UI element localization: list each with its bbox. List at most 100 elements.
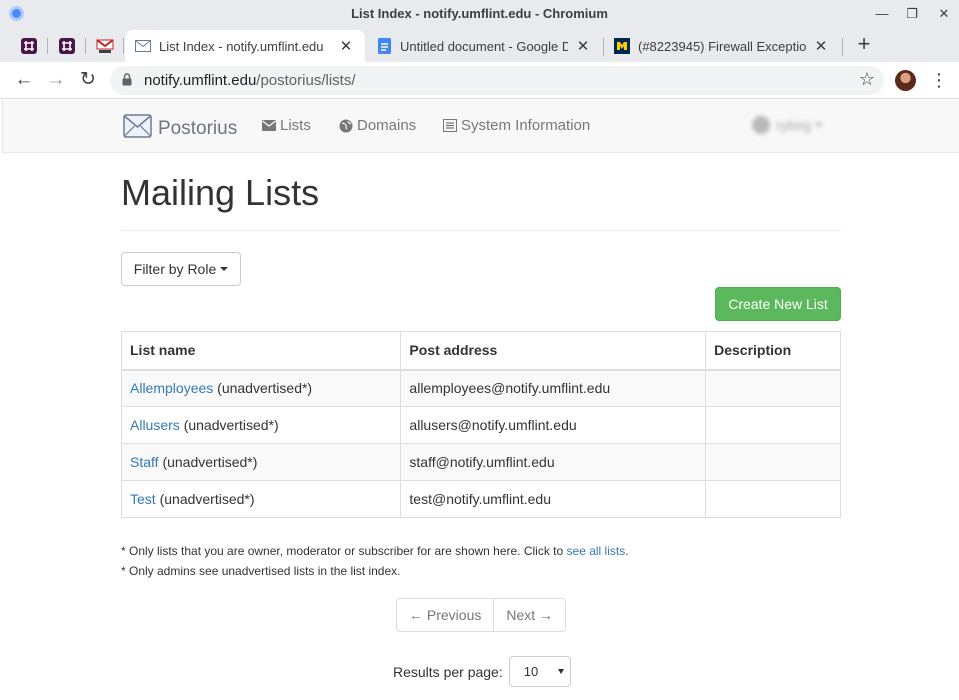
google-docs-icon — [376, 38, 392, 54]
pinned-tab-gmail[interactable] — [86, 34, 124, 58]
footnote-owner: * Only lists that you are owner, moderat… — [121, 541, 629, 561]
header-post-address: Post address — [400, 331, 707, 371]
filter-by-role-label: Filter by Role — [133, 261, 217, 277]
nav-domains-label: Domains — [357, 117, 417, 134]
nav-system-information[interactable]: System Information — [443, 117, 590, 134]
slack-icon — [21, 38, 37, 54]
page-title: Mailing Lists — [121, 172, 320, 213]
nav-lists-label: Lists — [280, 117, 311, 134]
see-all-lists-link[interactable]: see all lists — [567, 544, 626, 558]
url-path: /postorius/lists/ — [256, 72, 356, 89]
user-icon — [752, 116, 770, 134]
restore-icon[interactable]: ❐ — [902, 4, 922, 24]
reload-icon[interactable]: ↻ — [76, 69, 100, 91]
unadvertised-tag: (unadvertised*) — [183, 417, 279, 433]
list-name-cell: Staff (unadvertised*) — [120, 443, 402, 481]
results-per-page-label: Results per page: — [393, 663, 503, 680]
window-title: List Index - notify.umflint.edu - Chromi… — [351, 6, 608, 21]
list-alt-icon — [443, 119, 457, 132]
user-name: rybeg — [776, 117, 812, 133]
envelope-icon — [135, 38, 151, 54]
divider — [121, 230, 841, 231]
filter-by-role-button[interactable]: Filter by Role — [121, 252, 241, 286]
url-host: notify.umflint.edu — [144, 72, 257, 89]
create-new-list-button[interactable]: Create New List — [715, 287, 841, 321]
table-header-row: List name Post address Description — [120, 331, 841, 371]
address-bar[interactable]: notify.umflint.edu/postorius/lists/ ☆ — [110, 66, 884, 95]
pinned-tab-slack[interactable] — [10, 34, 48, 58]
tab-close-icon[interactable]: ✕ — [574, 37, 592, 55]
footnote-admins: * Only admins see unadvertised lists in … — [121, 564, 401, 578]
description-cell — [705, 369, 841, 407]
description-cell — [705, 406, 841, 444]
tab-strip: List Index - notify.umflint.edu ✕ Untitl… — [0, 28, 959, 62]
unadvertised-tag: (unadvertised*) — [162, 454, 258, 470]
table-row: Staff (unadvertised*) staff@notify.umfli… — [120, 443, 841, 481]
header-description: Description — [705, 331, 841, 371]
lock-icon — [122, 73, 132, 91]
close-window-icon[interactable]: ✕ — [934, 4, 954, 24]
mailing-lists-table: List name Post address Description Allem… — [120, 331, 841, 518]
bookmark-star-icon[interactable]: ☆ — [859, 69, 875, 90]
previous-page-button[interactable]: ← Previous — [397, 599, 493, 631]
post-address-cell: staff@notify.umflint.edu — [400, 443, 707, 481]
description-cell — [705, 480, 841, 518]
footnote-owner-end: . — [625, 544, 629, 558]
create-new-list-label: Create New List — [728, 296, 828, 312]
list-name-cell: Allusers (unadvertised*) — [120, 406, 402, 444]
main-container: Mailing Lists Filter by Role Create New … — [120, 153, 841, 687]
list-link[interactable]: Staff — [130, 454, 159, 470]
gmail-icon — [96, 39, 114, 53]
brand-link[interactable]: Postorius — [123, 114, 237, 144]
tab-close-icon[interactable]: ✕ — [812, 37, 830, 55]
brand-name: Postorius — [158, 118, 238, 139]
back-icon[interactable]: ← — [12, 69, 36, 91]
table-row: Allemployees (unadvertised*) allemployee… — [120, 369, 841, 407]
next-page-button[interactable]: Next → — [493, 599, 565, 631]
results-per-page-value: 10 — [523, 664, 539, 679]
envelope-icon — [262, 120, 276, 131]
list-link[interactable]: Test — [130, 491, 156, 507]
tab-close-icon[interactable]: ✕ — [337, 37, 355, 55]
results-per-page-select[interactable]: 10 — [508, 656, 571, 687]
new-tab-icon[interactable]: + — [853, 33, 875, 56]
nav-system-information-label: System Information — [461, 117, 591, 134]
umich-logo-icon — [614, 38, 630, 54]
header-list-name: List name — [120, 331, 402, 371]
envelope-logo-icon — [123, 114, 152, 144]
globe-icon — [339, 119, 353, 133]
tab-label: List Index - notify.umflint.edu — [159, 38, 324, 54]
unadvertised-tag: (unadvertised*) — [159, 491, 255, 507]
list-name-cell: Allemployees (unadvertised*) — [120, 369, 402, 407]
tab-firewall-request[interactable]: (#8223945) Firewall Exception Request ✕ — [604, 30, 840, 62]
tab-separator — [123, 38, 124, 54]
nav-lists[interactable]: Lists — [262, 117, 311, 134]
description-cell — [705, 443, 841, 481]
list-name-cell: Test (unadvertised*) — [120, 480, 402, 518]
tab-label: (#8223945) Firewall Exception Request — [638, 38, 806, 54]
post-address-cell: test@notify.umflint.edu — [400, 480, 707, 518]
url-text: notify.umflint.edu/postorius/lists/ — [144, 72, 355, 89]
tab-google-docs[interactable]: Untitled document - Google Docs ✕ — [366, 30, 602, 62]
unadvertised-tag: (unadvertised*) — [217, 380, 313, 397]
list-link[interactable]: Allemployees — [130, 380, 213, 396]
post-address-cell: allusers@notify.umflint.edu — [400, 406, 707, 444]
footnote-owner-text: * Only lists that you are owner, moderat… — [121, 544, 567, 558]
user-menu[interactable]: rybeg — [752, 116, 824, 134]
page-content: Postorius Lists Domains System Informati… — [0, 100, 959, 700]
slack-icon — [59, 38, 75, 54]
footnotes: * Only lists that you are owner, moderat… — [121, 541, 629, 581]
browser-menu-icon[interactable]: ⋮ — [930, 68, 948, 92]
pinned-tab-slack-2[interactable] — [48, 34, 86, 58]
table-row: Allusers (unadvertised*) allusers@notify… — [120, 406, 841, 444]
caret-down-icon — [815, 123, 824, 127]
nav-domains[interactable]: Domains — [339, 117, 416, 134]
post-address-cell: allemployees@notify.umflint.edu — [400, 369, 707, 407]
list-link[interactable]: Allusers — [130, 417, 180, 433]
forward-icon[interactable]: → — [44, 69, 68, 91]
profile-avatar[interactable] — [895, 70, 916, 91]
minimize-icon[interactable]: — — [872, 4, 892, 24]
tab-list-index[interactable]: List Index - notify.umflint.edu ✕ — [125, 30, 365, 62]
pagination: ← Previous Next → — [396, 598, 567, 632]
results-per-page: Results per page: 10 — [393, 656, 571, 687]
